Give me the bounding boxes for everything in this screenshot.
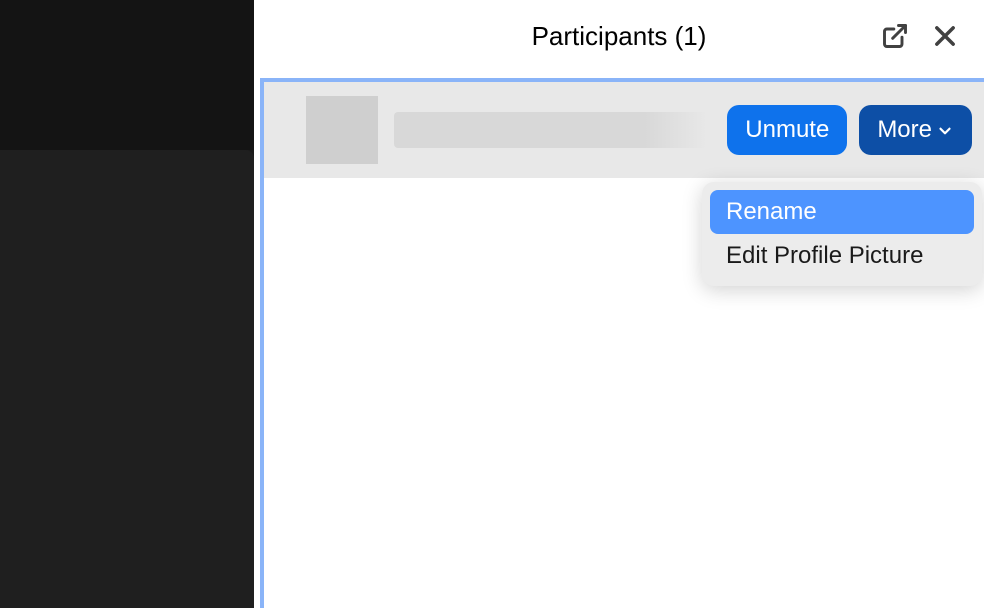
participant-row[interactable]: Unmute More xyxy=(264,82,984,178)
panel-header: Participants (1) xyxy=(254,0,984,72)
header-actions xyxy=(880,21,960,51)
page-title: Participants (1) xyxy=(532,21,707,52)
popout-button[interactable] xyxy=(880,21,910,51)
avatar xyxy=(306,96,378,164)
participant-name xyxy=(394,112,707,148)
unmute-button[interactable]: Unmute xyxy=(727,105,847,155)
dropdown-item-rename[interactable]: Rename xyxy=(710,190,974,234)
chevron-down-icon xyxy=(936,122,954,140)
more-button[interactable]: More xyxy=(859,105,972,155)
dropdown-item-edit-profile-picture[interactable]: Edit Profile Picture xyxy=(710,234,974,278)
more-dropdown: Rename Edit Profile Picture xyxy=(702,182,982,286)
participants-list: Unmute More Rename Edit Profile Picture xyxy=(260,78,984,608)
video-sidebar xyxy=(0,0,254,608)
close-button[interactable] xyxy=(930,21,960,51)
sidebar-upper xyxy=(0,0,254,150)
popout-icon xyxy=(881,22,909,50)
participants-panel: Participants (1) Unmute xyxy=(254,0,984,608)
more-button-label: More xyxy=(877,116,932,144)
close-icon xyxy=(931,22,959,50)
sidebar-lower xyxy=(0,150,254,608)
dropdown-item-label: Edit Profile Picture xyxy=(726,242,923,270)
dropdown-item-label: Rename xyxy=(726,198,817,226)
